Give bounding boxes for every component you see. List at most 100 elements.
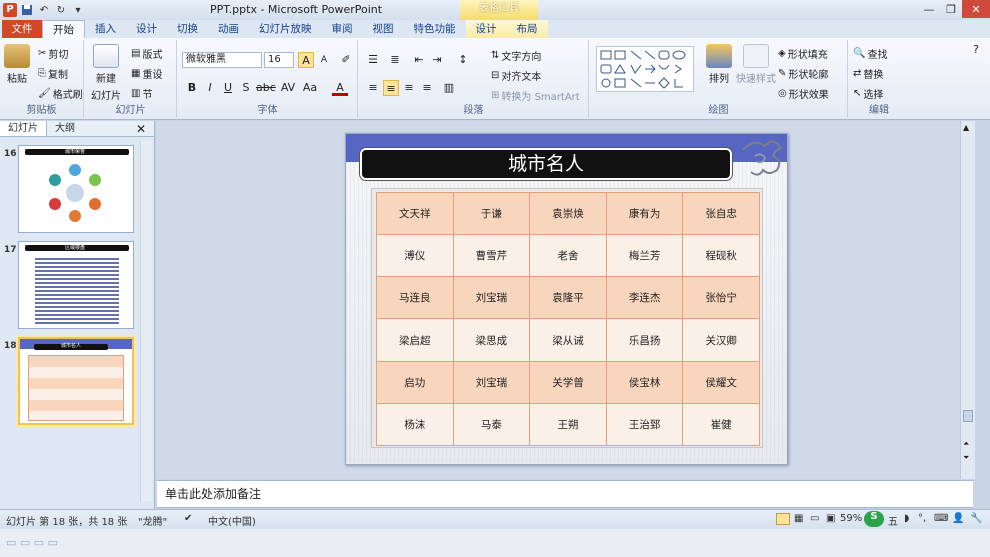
table-cell[interactable]: 文天祥 xyxy=(376,191,454,236)
save-icon[interactable] xyxy=(20,3,34,17)
table-cell[interactable]: 刘宝瑞 xyxy=(452,276,531,320)
table-cell[interactable]: 溥仪 xyxy=(376,234,454,278)
slide-title[interactable]: 城市名人 xyxy=(360,148,732,180)
align-right-icon[interactable]: ≡ xyxy=(401,80,417,96)
table-cell[interactable]: 侯宝林 xyxy=(605,360,684,404)
tab-file[interactable]: 文件 xyxy=(2,20,42,38)
table-cell[interactable]: 于谦 xyxy=(452,191,531,236)
replace-button[interactable]: ⇄ 替换 xyxy=(853,66,883,81)
table-cell[interactable]: 关汉卿 xyxy=(682,318,760,362)
half-width-icon[interactable]: ◗ xyxy=(904,513,909,524)
align-left-icon[interactable]: ≡ xyxy=(365,80,381,96)
tab-animations[interactable]: 动画 xyxy=(208,20,249,38)
minimize-button[interactable]: — xyxy=(918,0,940,18)
tab-table-design[interactable]: 设计 xyxy=(465,20,507,38)
font-name-combo[interactable]: 微软雅黑 xyxy=(182,52,262,68)
keyboard-icon[interactable]: ⌨ xyxy=(934,513,948,524)
tab-features[interactable]: 特色功能 xyxy=(404,20,466,38)
slideshow-icon[interactable]: ▣ xyxy=(826,513,835,524)
table-cell[interactable]: 李连杰 xyxy=(605,276,684,320)
bold-icon[interactable]: B xyxy=(184,80,200,96)
punctuation-icon[interactable]: °, xyxy=(918,513,926,524)
tab-home[interactable]: 开始 xyxy=(42,20,85,38)
table-selection-frame[interactable]: 文天祥 于谦 袁崇焕 康有为 张自忠 溥仪 曹雪芹 老舍 梅兰芳 程砚秋 马连良… xyxy=(371,188,763,448)
slide-canvas[interactable]: 城市名人 文天祥 于谦 袁崇焕 康有为 张自忠 溥仪 曹雪芹 老舍 梅兰芳 程砚… xyxy=(345,133,788,465)
wrench-icon[interactable]: 🔧 xyxy=(970,513,982,524)
table-cell[interactable]: 梁从诫 xyxy=(529,318,607,362)
new-slide-button[interactable]: 新建 幻灯片 xyxy=(91,44,121,102)
table-cell[interactable]: 杨沫 xyxy=(376,402,454,447)
italic-icon[interactable]: I xyxy=(202,80,218,96)
align-center-icon[interactable]: ≡ xyxy=(383,80,399,96)
ime-mode[interactable]: 五 xyxy=(888,513,898,528)
table-cell[interactable]: 康有为 xyxy=(605,191,684,236)
numbering-icon[interactable]: ≣ xyxy=(387,52,403,68)
reset-button[interactable]: ▦ 重设 xyxy=(131,66,162,81)
underline-icon[interactable]: U xyxy=(220,80,236,96)
cut-button[interactable]: ✂ 剪切 xyxy=(38,46,68,61)
previous-slide-icon[interactable]: ⏶ xyxy=(963,439,969,449)
tab-design[interactable]: 设计 xyxy=(126,20,167,38)
table-cell[interactable]: 袁崇焕 xyxy=(529,191,607,236)
section-button[interactable]: ▥ 节 xyxy=(131,86,152,101)
tab-table-layout[interactable]: 布局 xyxy=(506,20,548,38)
shape-outline-button[interactable]: ✎ 形状轮廓 xyxy=(778,66,828,81)
font-color-icon[interactable]: A xyxy=(332,80,348,96)
table-cell[interactable]: 王朔 xyxy=(529,402,607,447)
shapes-gallery[interactable] xyxy=(596,46,694,92)
select-button[interactable]: ↖ 选择 xyxy=(853,86,883,101)
redo-icon[interactable]: ↻ xyxy=(54,3,68,17)
increase-indent-icon[interactable]: ⇥ xyxy=(429,52,445,68)
bullets-icon[interactable]: ☰ xyxy=(365,52,381,68)
shape-fill-button[interactable]: ◈ 形状填充 xyxy=(778,46,828,61)
table-cell[interactable]: 梅兰芳 xyxy=(605,234,684,278)
table-cell[interactable]: 马泰 xyxy=(452,402,531,447)
spell-check-icon[interactable]: ✔ xyxy=(184,513,192,524)
shrink-font-icon[interactable]: A xyxy=(316,52,332,68)
slide-thumbnail-18[interactable]: 城市名人 xyxy=(18,337,134,425)
reading-view-icon[interactable]: ▭ xyxy=(810,513,819,524)
theme-name[interactable]: "龙腾" xyxy=(138,513,167,528)
city-celebrities-table[interactable]: 文天祥 于谦 袁崇焕 康有为 张自忠 溥仪 曹雪芹 老舍 梅兰芳 程砚秋 马连良… xyxy=(376,191,760,447)
undo-icon[interactable]: ↶ xyxy=(37,3,51,17)
thumbnail-scrollbar[interactable] xyxy=(140,141,152,501)
powerpoint-app-icon[interactable]: P xyxy=(3,3,17,17)
table-cell[interactable]: 老舍 xyxy=(529,234,607,278)
clear-format-icon[interactable]: ✐ xyxy=(338,52,354,68)
grow-font-icon[interactable]: A xyxy=(298,52,314,68)
shape-effects-button[interactable]: ◎ 形状效果 xyxy=(778,86,829,101)
tab-slideshow[interactable]: 幻灯片放映 xyxy=(249,20,322,38)
table-cell[interactable]: 启功 xyxy=(376,360,454,404)
table-cell[interactable]: 梁启超 xyxy=(376,318,454,362)
quick-styles-button[interactable]: 快速样式 xyxy=(736,44,776,85)
shadow-icon[interactable]: S xyxy=(238,80,254,96)
copy-button[interactable]: ⎘ 复制 xyxy=(38,66,68,81)
slide-thumbnail-16[interactable]: 城市荣誉 xyxy=(18,145,134,233)
close-button[interactable]: ✕ xyxy=(962,0,990,18)
tab-view[interactable]: 视图 xyxy=(363,20,404,38)
tab-review[interactable]: 审阅 xyxy=(322,20,363,38)
line-spacing-icon[interactable]: ↕ xyxy=(455,52,471,68)
tab-transitions[interactable]: 切换 xyxy=(167,20,208,38)
table-cell[interactable]: 张自忠 xyxy=(682,191,760,236)
slide-thumbnail-17[interactable]: 区域楼盘 xyxy=(18,241,134,329)
table-cell[interactable]: 侯耀文 xyxy=(682,360,760,404)
table-cell[interactable]: 梁思成 xyxy=(452,318,531,362)
format-painter-button[interactable]: 🖌 格式刷 xyxy=(38,86,83,101)
customize-qat-icon[interactable]: ▾ xyxy=(71,3,85,17)
close-pane-icon[interactable]: ✕ xyxy=(136,121,146,137)
language-indicator[interactable]: 中文(中国) xyxy=(208,513,256,528)
zoom-level[interactable]: 59% xyxy=(840,513,862,524)
table-cell[interactable]: 袁隆平 xyxy=(529,276,607,320)
tab-slides-pane[interactable]: 幻灯片 xyxy=(0,121,47,136)
table-cell[interactable]: 乐昌扬 xyxy=(605,318,684,362)
justify-icon[interactable]: ≡ xyxy=(419,80,435,96)
columns-icon[interactable]: ▥ xyxy=(441,80,457,96)
font-size-combo[interactable]: 16 xyxy=(264,52,294,68)
normal-view-icon[interactable] xyxy=(776,513,790,525)
align-text-button[interactable]: ⊟ 对齐文本 xyxy=(491,68,541,83)
table-cell[interactable]: 马连良 xyxy=(376,276,454,320)
restore-button[interactable]: ❐ xyxy=(940,0,962,18)
table-cell[interactable]: 刘宝瑞 xyxy=(452,360,531,404)
char-spacing-icon[interactable]: AV xyxy=(280,80,296,96)
